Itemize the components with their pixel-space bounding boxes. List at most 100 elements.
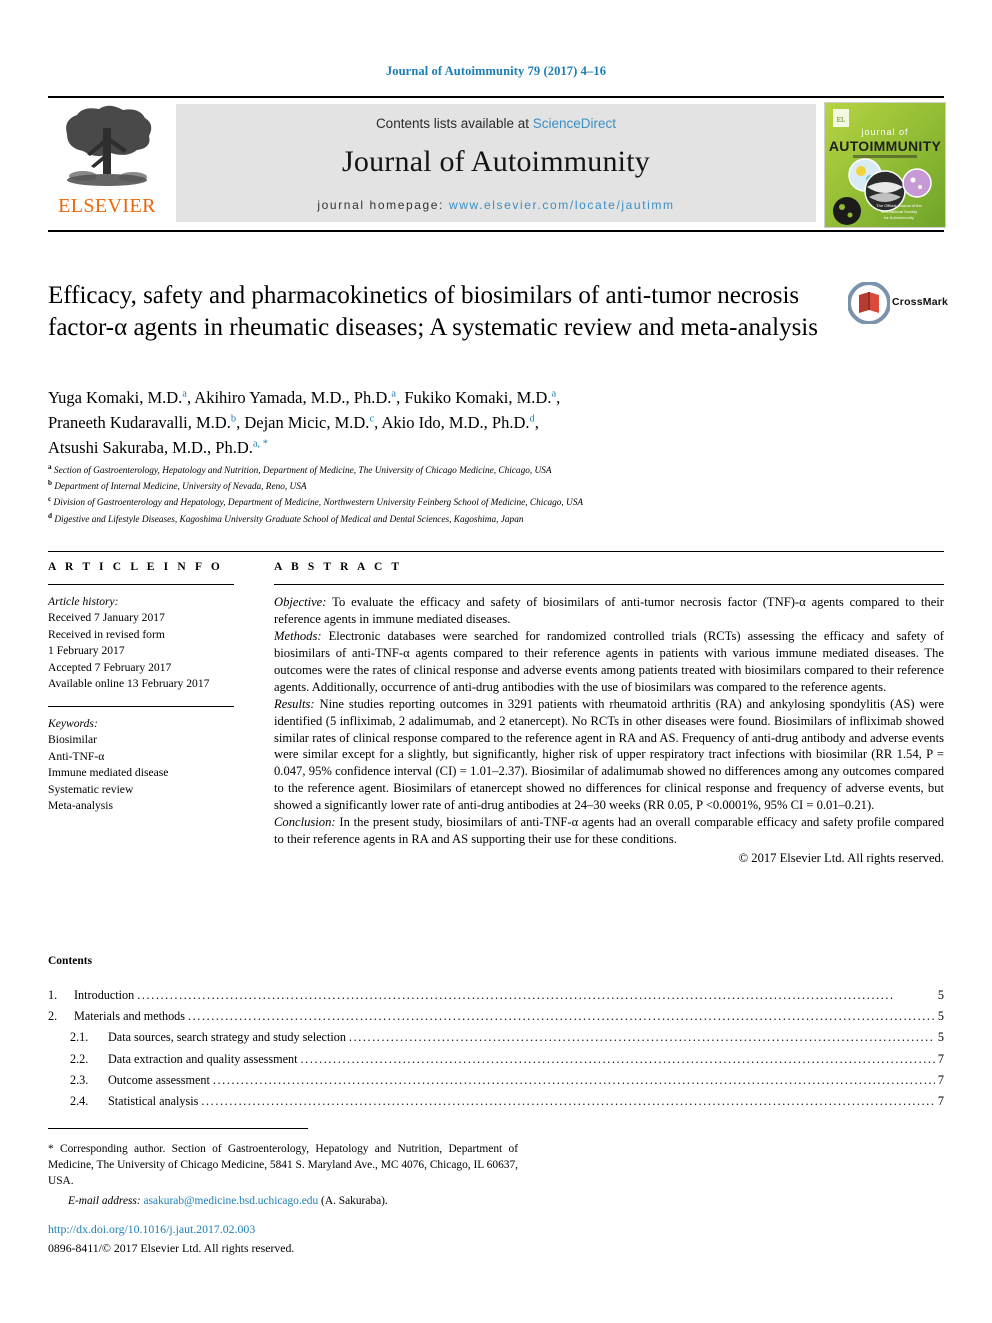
toc-page-number: 5 (937, 1030, 944, 1045)
keyword-item: Systematic review (48, 782, 134, 796)
journal-masthead: ELSEVIER Contents lists available at Sci… (48, 96, 946, 232)
journal-homepage-link[interactable]: www.elsevier.com/locate/jautimm (449, 198, 675, 212)
corresponding-author-note: * Corresponding author. Section of Gastr… (48, 1143, 518, 1187)
crossmark-icon (848, 282, 890, 324)
toc-number: 1. (48, 988, 58, 1002)
abstract-label-conclusion: Conclusion: (274, 815, 336, 830)
author-list: Yuga Komaki, M.D.a, Akihiro Yamada, M.D.… (48, 385, 908, 460)
abstract-label-methods: Methods: (274, 628, 322, 643)
author-name: Fukiko Komaki, M.D. (404, 388, 552, 407)
toc-label: Data extraction and quality assessment (108, 1051, 298, 1066)
toc-number: 2.3. (70, 1072, 89, 1087)
journal-cover-thumbnail: EL journal of AUTOIMMUNITY The Official … (824, 102, 946, 228)
doi-link[interactable]: http://dx.doi.org/10.1016/j.jaut.2017.02… (48, 1222, 255, 1237)
affiliation-text: Digestive and Lifestyle Diseases, Kagosh… (54, 514, 524, 525)
toc-page-number: 7 (937, 1094, 944, 1109)
footnote-rule (48, 1128, 308, 1129)
sciencedirect-link[interactable]: ScienceDirect (533, 116, 616, 131)
svg-text:International Society: International Society (881, 209, 917, 214)
affiliation-text: Section of Gastroenterology, Hepatology … (53, 466, 552, 477)
article-history-block: Article history: Received 7 January 2017… (48, 585, 234, 693)
toc-entry[interactable]: 2.1. Data sources, search strategy and s… (48, 1031, 944, 1043)
toc-dot-leader: ........................................… (212, 1073, 935, 1087)
toc-dot-leader: ........................................… (300, 1052, 935, 1065)
author-name: Atsushi Sakuraba, M.D., Ph.D. (48, 438, 253, 458)
toc-dot-leader: ........................................… (348, 1031, 935, 1044)
toc-number: 2.4. (70, 1094, 89, 1109)
abstract-heading: A B S T R A C T (274, 561, 403, 573)
toc-page-number: 5 (937, 1009, 944, 1024)
abstract-paragraph-objective: Objective: To evaluate the efficacy and … (274, 594, 944, 628)
svg-text:EL: EL (837, 116, 846, 124)
email-label: E-mail address: (68, 1194, 141, 1207)
article-info-column: A R T I C L E I N F O Article history: R… (48, 551, 234, 814)
elsevier-tree-icon (66, 105, 152, 186)
keyword-item: Anti-TNF-α (48, 749, 105, 763)
toc-dot-leader: ........................................… (137, 989, 895, 1002)
toc-dot-leader: ........................................… (188, 1010, 935, 1023)
table-of-contents: Contents 1. Introduction ...............… (48, 955, 944, 1116)
email-row: E-mail address: asakurab@medicine.bsd.uc… (48, 1190, 518, 1210)
article-first-page: Journal of Autoimmunity 79 (2017) 4–16 E… (0, 0, 992, 1323)
abstract-body: Objective: To evaluate the efficacy and … (274, 585, 944, 867)
affiliation-mark: b (48, 479, 52, 488)
toc-page-number: 7 (937, 1072, 944, 1087)
toc-entry[interactable]: 2.4. Statistical analysis ..............… (48, 1095, 944, 1107)
title-area: Efficacy, safety and pharmacokinetics of… (48, 280, 948, 344)
affiliation-mark: d (48, 511, 52, 520)
running-head-citation: Journal of Autoimmunity 79 (2017) 4–16 (385, 64, 607, 78)
article-history-label: Article history: (48, 595, 119, 608)
svg-text:The Official Journal of the: The Official Journal of the (876, 203, 922, 208)
affiliation-item: d Digestive and Lifestyle Diseases, Kago… (48, 511, 938, 527)
author-sep: , (534, 413, 539, 433)
masthead-bottom-rule (48, 230, 944, 232)
keyword-item: Biosimilar (48, 733, 97, 747)
author-entry: Praneeth Kudaravalli, M.D.b, (48, 413, 244, 432)
toc-entry[interactable]: 2.2. Data extraction and quality assessm… (48, 1051, 944, 1066)
journal-title: Journal of Autoimmunity (342, 145, 650, 178)
abstract-text-conclusion: In the present study, biosimilars of ant… (274, 815, 944, 847)
history-item: 1 February 2017 (48, 644, 125, 658)
journal-cover-art: EL journal of AUTOIMMUNITY The Official … (825, 103, 945, 227)
article-info-heading: A R T I C L E I N F O (48, 561, 223, 573)
abstract-paragraph-conclusion: Conclusion: In the present study, biosim… (274, 814, 944, 848)
crossmark-badge[interactable]: CrossMark (848, 282, 948, 328)
affiliation-mark: c (48, 495, 52, 504)
toc-page-number: 5 (937, 988, 944, 1002)
toc-entry[interactable]: 2. Materials and methods ...............… (48, 1010, 944, 1022)
toc-entry[interactable]: 1. Introduction ........................… (48, 989, 944, 1001)
affiliation-mark: a (48, 463, 52, 471)
affiliation-text: Division of Gastroenterology and Hepatol… (53, 498, 584, 509)
toc-entry[interactable]: 2.3. Outcome assessment ................… (48, 1074, 944, 1086)
author-name: Yuga Komaki, M.D. (48, 388, 183, 407)
author-entry: Atsushi Sakuraba, M.D., Ph.D.a, * (48, 438, 268, 457)
author-name: Dejan Micic, M.D. (244, 413, 370, 433)
footnote-block: * Corresponding author. Section of Gastr… (48, 1142, 518, 1210)
keyword-item: Immune mediated disease (48, 766, 169, 780)
abstract-label-results: Results: (274, 696, 315, 711)
elsevier-wordmark: ELSEVIER (58, 195, 156, 217)
email-link[interactable]: asakurab@medicine.bsd.uchicago.edu (144, 1195, 319, 1207)
keywords-label: Keywords: (48, 716, 98, 730)
author-entry: Akio Ido, M.D., Ph.D.d, (381, 413, 538, 432)
crossmark-label: CrossMark (892, 296, 949, 308)
affiliation-list: a Section of Gastroenterology, Hepatolog… (48, 462, 938, 527)
toc-label: Introduction (74, 988, 135, 1002)
toc-label: Outcome assessment (108, 1072, 210, 1087)
abstract-text-methods: Electronic databases were searched for r… (274, 628, 944, 694)
keywords-block: Keywords: Biosimilar Anti-TNF-α Immune m… (48, 707, 234, 815)
author-entry: Yuga Komaki, M.D.a, (48, 388, 194, 407)
history-item: Received in revised form (48, 627, 165, 641)
toc-number: 2. (48, 1009, 58, 1024)
keyword-item: Meta-analysis (48, 798, 114, 812)
author-name: Akio Ido, M.D., Ph.D. (381, 413, 530, 433)
history-item: Received 7 January 2017 (48, 611, 165, 625)
email-suffix: (A. Sakuraba). (318, 1194, 388, 1207)
toc-label: Materials and methods (74, 1009, 186, 1024)
journal-homepage-line: journal homepage: www.elsevier.com/locat… (176, 179, 816, 212)
toc-page-number: 7 (937, 1051, 944, 1066)
author-affil-mark[interactable]: a, * (253, 439, 268, 450)
affiliation-text: Department of Internal Medicine, Univers… (54, 482, 307, 493)
abstract-paragraph-methods: Methods: Electronic databases were searc… (274, 628, 944, 696)
author-sep: , (556, 388, 561, 407)
